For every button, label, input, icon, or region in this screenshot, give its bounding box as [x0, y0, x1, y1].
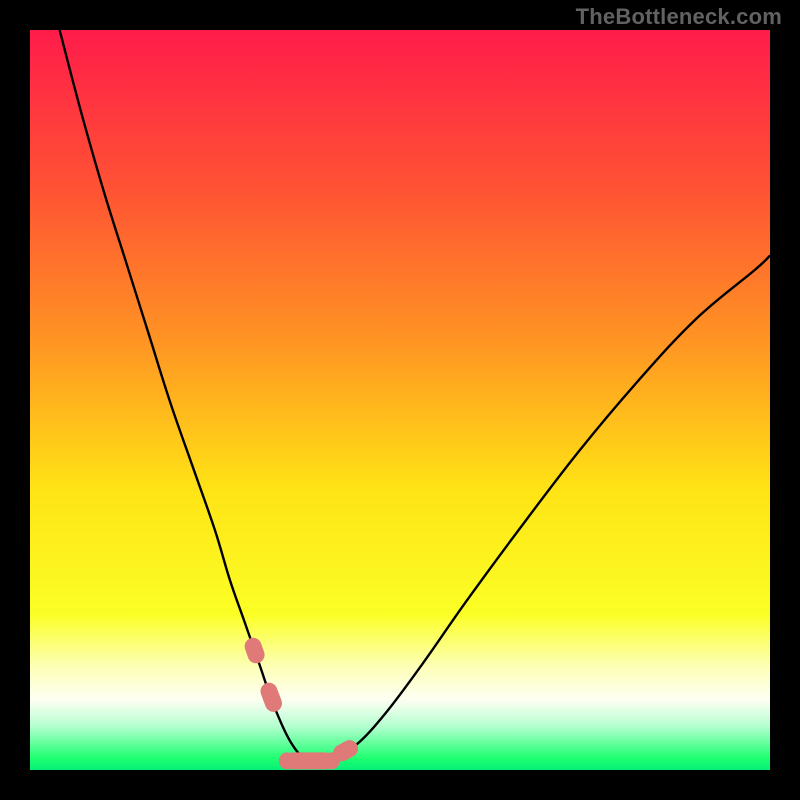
gradient-background: [30, 30, 770, 770]
chart-frame: TheBottleneck.com: [0, 0, 800, 800]
bottleneck-chart: [0, 0, 800, 800]
watermark-text: TheBottleneck.com: [576, 4, 782, 30]
